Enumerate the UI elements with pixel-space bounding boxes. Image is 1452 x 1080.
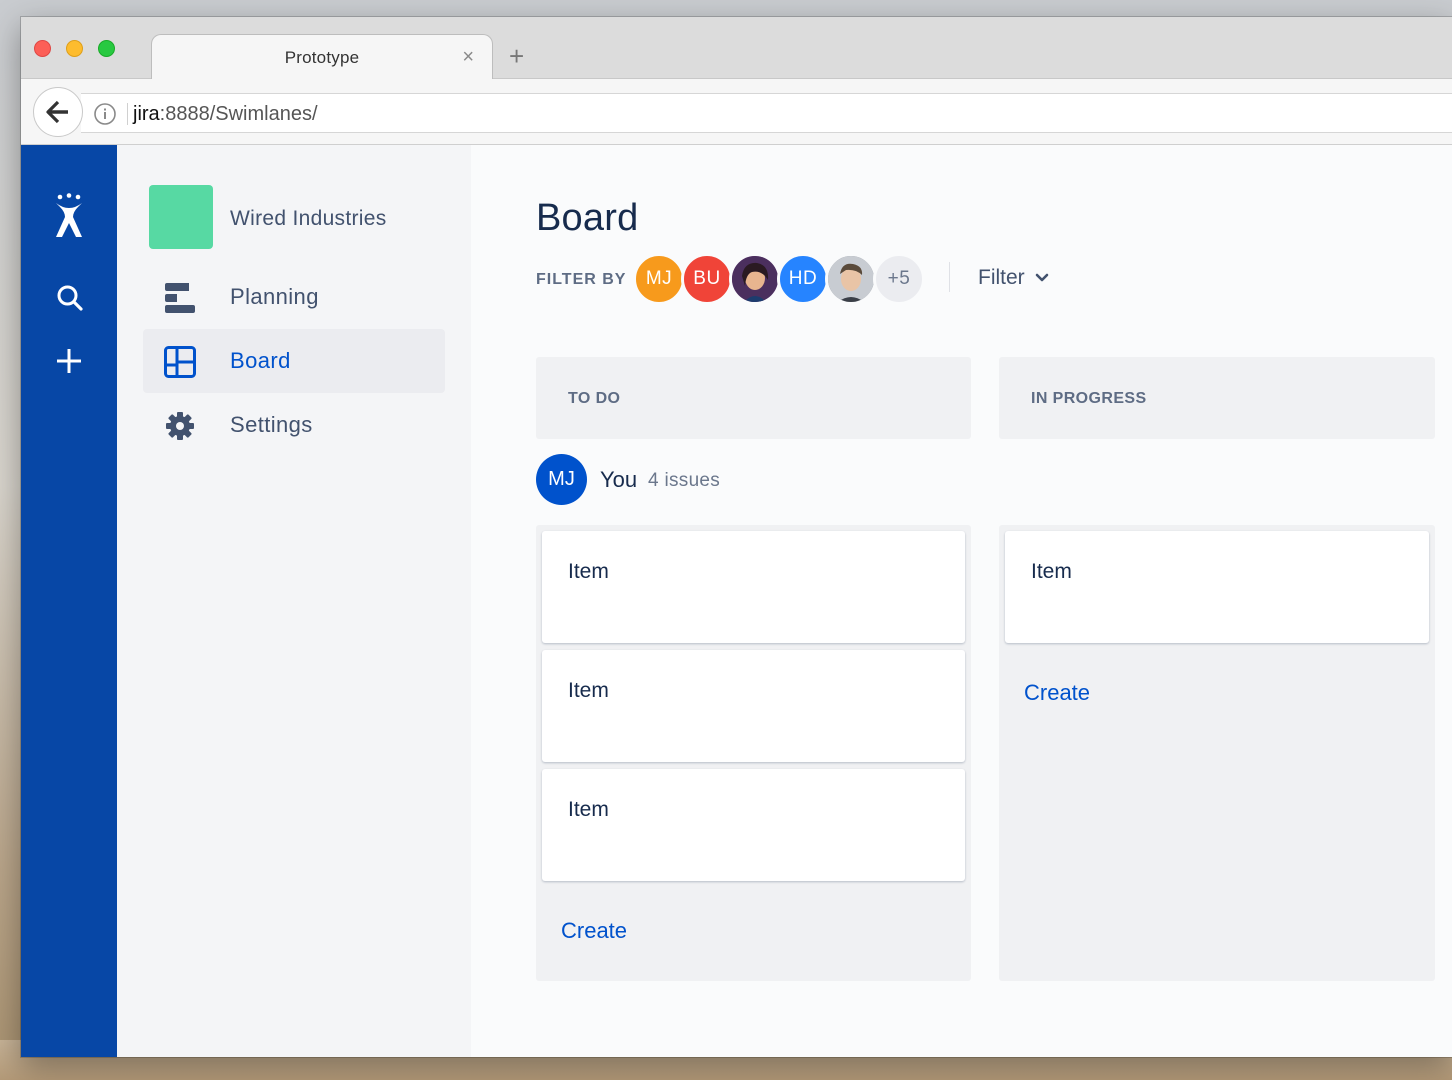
- browser-tab[interactable]: Prototype ×: [151, 34, 493, 80]
- chevron-down-icon: [1035, 273, 1048, 282]
- avatar-initials: MJ: [645, 268, 673, 289]
- column-header-in-progress: IN PROGRESS: [999, 357, 1435, 439]
- user-photo-icon: [732, 256, 778, 302]
- gear-icon: [166, 412, 194, 440]
- browser-window: Prototype × + jira:8888/Swimlanes/ Wired…: [21, 17, 1452, 1057]
- avatar-filter-photo-man[interactable]: [825, 253, 877, 305]
- lane-in-progress: Item Create: [999, 525, 1435, 981]
- close-window-button[interactable]: [34, 40, 51, 57]
- minimize-window-button[interactable]: [66, 40, 83, 57]
- card-title: Item: [1031, 560, 1072, 583]
- lane-todo: Item Item Item Create: [536, 525, 971, 981]
- filter-dropdown-label: Filter: [978, 266, 1025, 289]
- avatar-initials: MJ: [548, 468, 575, 490]
- backlog-icon: [165, 283, 195, 313]
- search-icon[interactable]: [56, 284, 84, 312]
- swimlane-name[interactable]: You: [600, 467, 637, 493]
- avatar-initials: BU: [693, 268, 721, 289]
- user-photo-icon: [828, 256, 874, 302]
- create-issue-link[interactable]: Create: [561, 918, 627, 944]
- jira-app: Wired Industries Planning Board Settings…: [21, 145, 1452, 1057]
- avatar-initials: HD: [788, 268, 818, 289]
- sidebar-item-board[interactable]: Board: [143, 329, 445, 393]
- column-title: IN PROGRESS: [1031, 390, 1147, 407]
- avatar-filter-more[interactable]: +5: [873, 253, 925, 305]
- sidebar-item-settings[interactable]: Settings: [143, 393, 445, 457]
- create-plus-icon[interactable]: [55, 347, 83, 375]
- sidebar-item-label: Board: [230, 348, 291, 373]
- maximize-window-button[interactable]: [98, 40, 115, 57]
- info-icon[interactable]: [93, 102, 117, 126]
- filter-by-label: FILTER BY: [536, 271, 627, 288]
- url-host: jira: [133, 103, 160, 125]
- jira-logo-icon[interactable]: [51, 193, 87, 239]
- avatar-filter-photo-woman[interactable]: [729, 253, 781, 305]
- sidebar-item-label: Settings: [230, 412, 313, 437]
- card-title: Item: [568, 798, 609, 821]
- filter-dropdown[interactable]: Filter: [978, 266, 1049, 290]
- create-issue-link[interactable]: Create: [1024, 680, 1090, 706]
- back-arrow-icon: [46, 100, 68, 124]
- sidebar-item-planning[interactable]: Planning: [143, 265, 445, 329]
- card-title: Item: [568, 560, 609, 583]
- project-name[interactable]: Wired Industries: [230, 207, 387, 231]
- browser-titlebar: Prototype × +: [21, 17, 1452, 80]
- card-title: Item: [568, 679, 609, 702]
- global-navigation: [21, 145, 117, 1057]
- avatar-filter-hd[interactable]: HD: [777, 253, 829, 305]
- swimlane-issue-count: 4 issues: [648, 470, 721, 491]
- back-button[interactable]: [33, 87, 83, 137]
- issue-card[interactable]: Item: [542, 650, 965, 762]
- issue-card[interactable]: Item: [1005, 531, 1429, 643]
- address-bar: jira:8888/Swimlanes/: [21, 79, 1452, 145]
- more-count: +5: [887, 268, 911, 289]
- project-avatar[interactable]: [149, 185, 213, 249]
- url-input[interactable]: jira:8888/Swimlanes/: [81, 93, 1452, 133]
- filter-divider: [949, 262, 950, 292]
- column-header-todo: TO DO: [536, 357, 971, 439]
- tab-close-icon[interactable]: ×: [462, 46, 474, 69]
- board-main: Board FILTER BY MJ BU HD +5 Filter TO DO…: [471, 145, 1452, 1057]
- sidebar-item-label: Planning: [230, 284, 319, 309]
- avatar-filter-bu[interactable]: BU: [681, 253, 733, 305]
- tab-title: Prototype: [284, 48, 360, 67]
- url-text: jira:8888/Swimlanes/: [133, 103, 318, 126]
- issue-card[interactable]: Item: [542, 531, 965, 643]
- avatar-filter-mj[interactable]: MJ: [633, 253, 685, 305]
- board-icon: [164, 346, 196, 378]
- url-divider: [127, 103, 128, 125]
- issue-card[interactable]: Item: [542, 769, 965, 881]
- project-sidebar: Wired Industries Planning Board Settings: [117, 145, 471, 1057]
- new-tab-button[interactable]: +: [509, 43, 524, 69]
- column-title: TO DO: [568, 390, 621, 407]
- swimlane-avatar[interactable]: MJ: [536, 454, 587, 505]
- url-path: :8888/Swimlanes/: [159, 103, 318, 125]
- page-title: Board: [536, 197, 639, 239]
